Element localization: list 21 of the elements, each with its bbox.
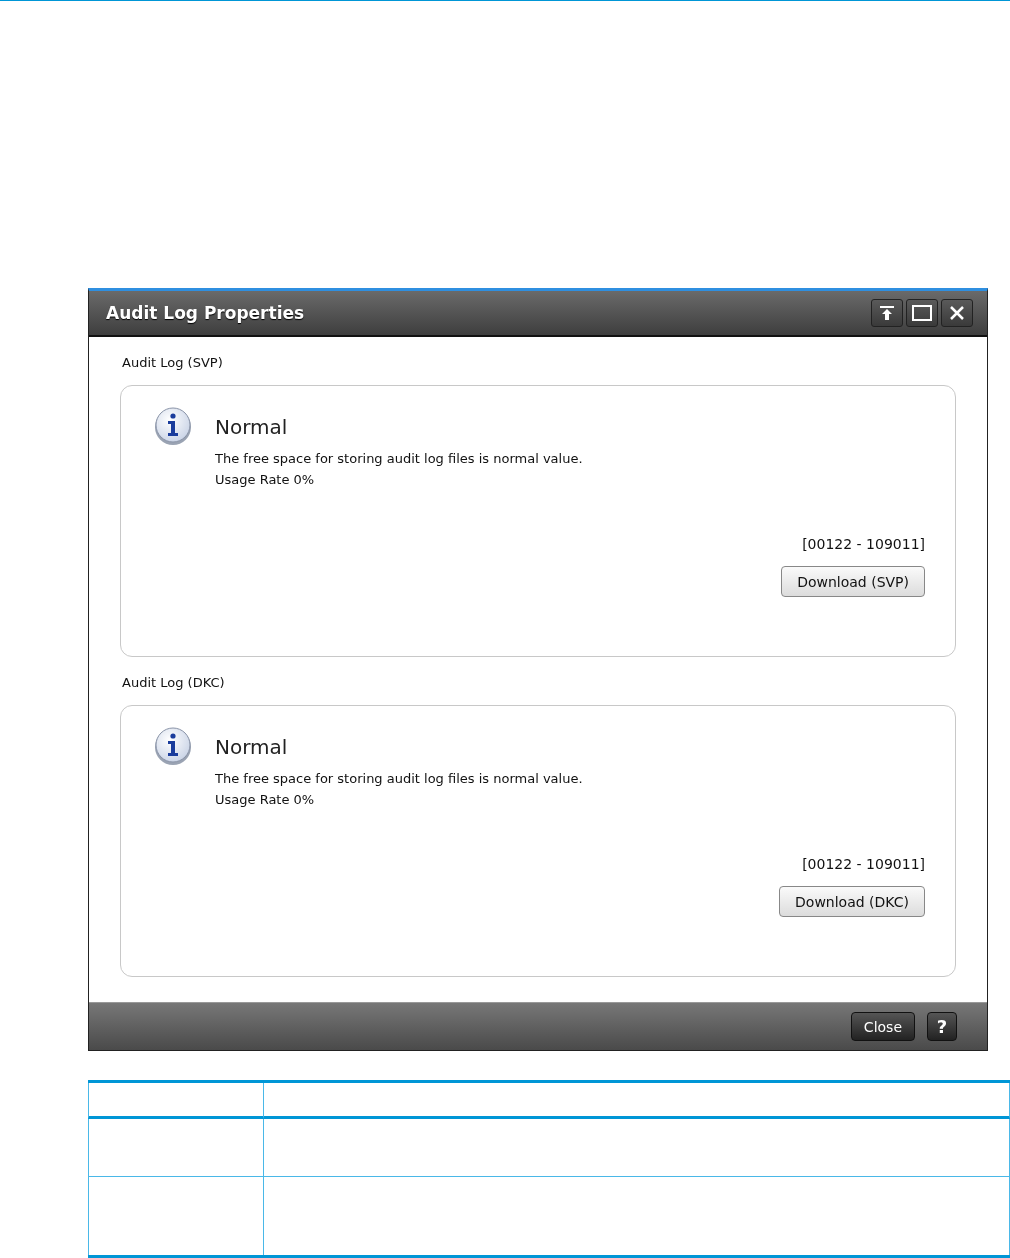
message-code: [00122 - 109011] (802, 856, 925, 872)
usage-rate: Usage Rate 0% (215, 791, 316, 809)
status-title: Normal (215, 415, 288, 439)
download-button[interactable]: Download (SVP) (781, 566, 925, 597)
pin-button[interactable] (871, 299, 903, 327)
section-label: Audit Log (DKC) (121, 674, 226, 692)
pin-top-icon (879, 305, 895, 321)
usage-rate: Usage Rate 0% (215, 471, 316, 489)
close-icon (949, 305, 965, 321)
close-dialog-button[interactable]: Close (850, 1012, 915, 1041)
download-button[interactable]: Download (DKC) (779, 886, 925, 917)
close-button[interactable] (941, 299, 973, 327)
maximize-icon (912, 305, 932, 321)
status-message: The free space for storing audit log files is normal value. (215, 770, 584, 788)
help-button[interactable]: ? (927, 1012, 957, 1041)
status-title: Normal (215, 735, 288, 759)
message-code: [00122 - 109011] (802, 536, 925, 552)
window-title: Audit Log Properties (106, 303, 305, 323)
section-label: Audit Log (SVP) (121, 354, 224, 372)
status-message: The free space for storing audit log files is normal value. (215, 450, 584, 468)
maximize-button[interactable] (906, 299, 938, 327)
